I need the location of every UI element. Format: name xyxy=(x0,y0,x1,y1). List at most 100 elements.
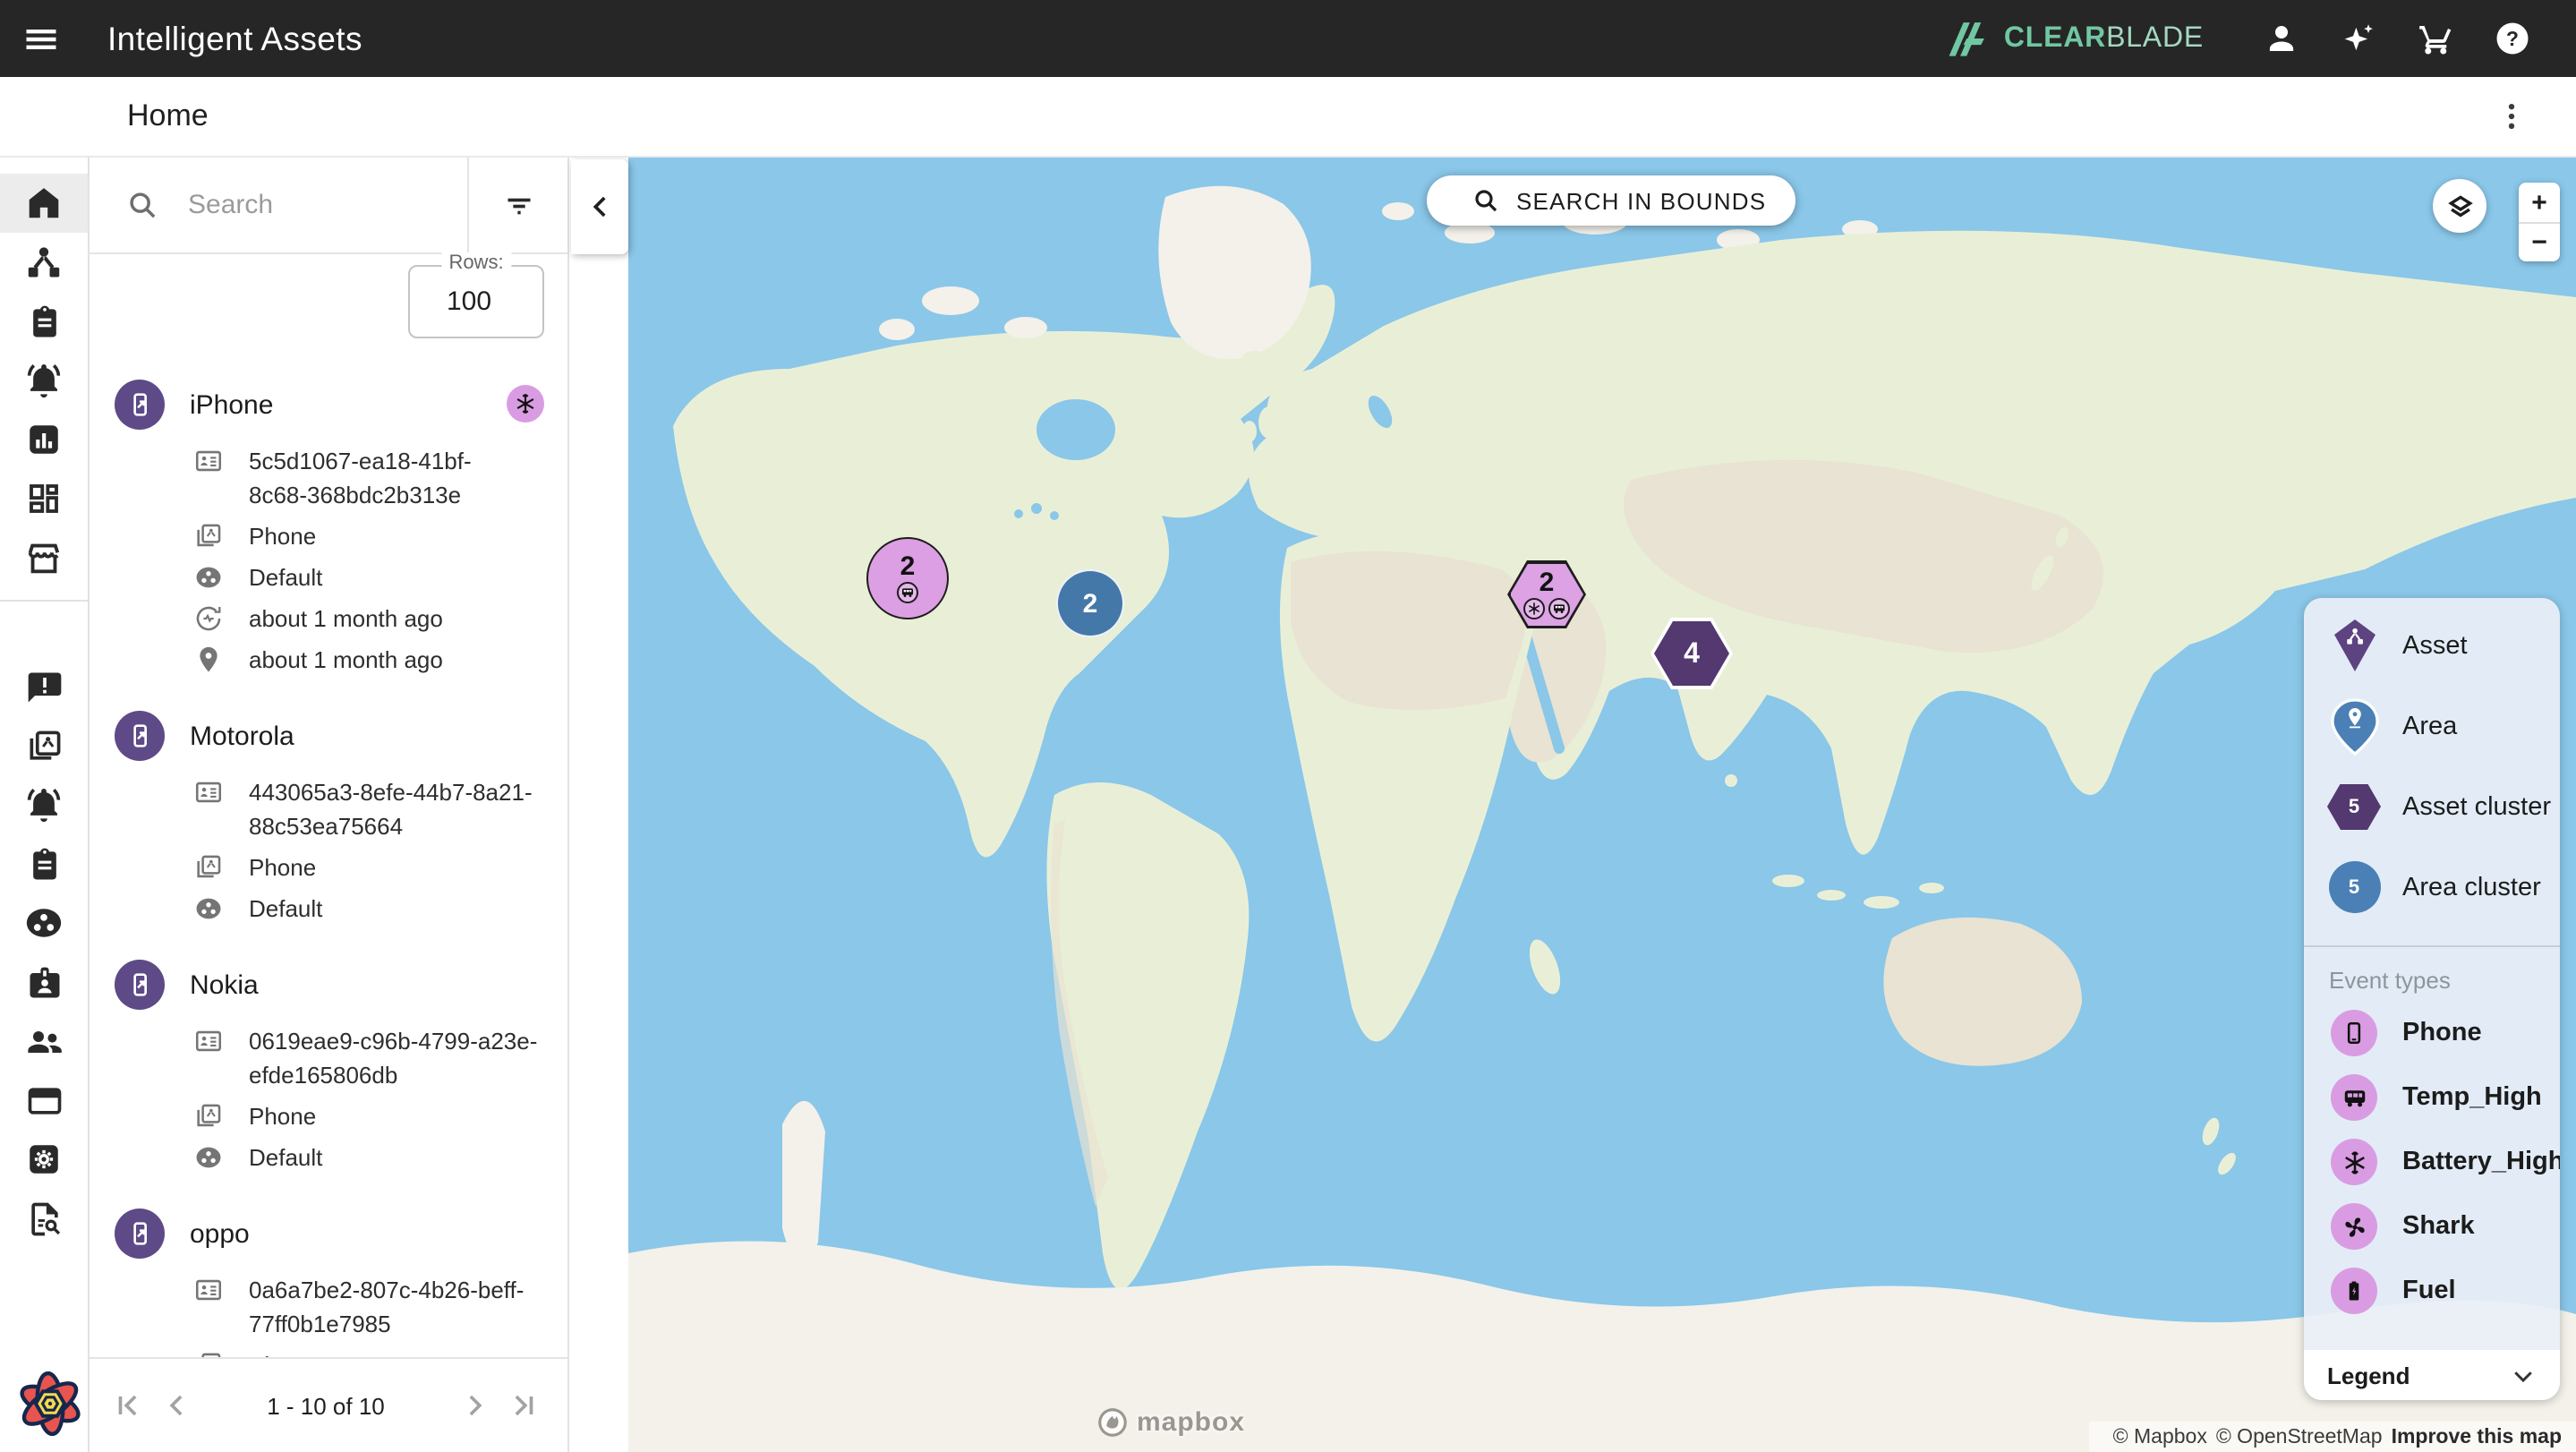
legend-label: Shark xyxy=(2402,1212,2475,1241)
first-page-icon xyxy=(109,1388,145,1423)
asset-type: Phone xyxy=(249,1348,316,1357)
asset-type-icon xyxy=(193,521,224,551)
cart-icon xyxy=(2417,20,2454,57)
asset-type-icon xyxy=(193,1350,224,1357)
asset-name: Motorola xyxy=(190,721,294,751)
list-item-oppo[interactable]: oppo 0a6a7be2-807c-4b26-beff-77ff0b1e798… xyxy=(115,1209,567,1357)
clearblade-logo: CLEARBLADE xyxy=(1947,16,2204,61)
sidebar-item-users[interactable] xyxy=(0,1012,88,1071)
sidebar-item-settings[interactable] xyxy=(0,1130,88,1189)
page-options-button[interactable] xyxy=(2494,98,2529,134)
attribution-improve-link[interactable]: Improve this map xyxy=(2392,1426,2562,1448)
hamburger-menu-button[interactable] xyxy=(0,0,82,77)
sidebar-item-audit-logs[interactable] xyxy=(0,1189,88,1248)
bell-alert-icon xyxy=(23,784,64,825)
cluster-count: 2 xyxy=(900,553,916,580)
asset-id: 0619eae9-c96b-4799-a23e-efde165806db xyxy=(249,1024,537,1092)
group-icon xyxy=(193,562,224,593)
cluster-count: 2 xyxy=(1540,569,1555,596)
zoom-control: + − xyxy=(2519,183,2560,261)
legend-toggle[interactable]: Legend xyxy=(2304,1350,2560,1400)
kebab-menu-icon xyxy=(2494,98,2529,134)
cluster-count: 4 xyxy=(1684,640,1700,667)
nav-rail xyxy=(0,158,90,1452)
sidebar-item-feedback[interactable] xyxy=(0,657,88,716)
asset-type-icon xyxy=(193,1101,224,1132)
asset-list: iPhone 5c5d1067-ea18-41bf-8c68-368bdc2b3… xyxy=(90,340,567,1357)
sidebar-item-operators[interactable] xyxy=(0,952,88,1012)
attribution-osm[interactable]: © OpenStreetMap xyxy=(2216,1426,2383,1448)
legend-panel: Asset Area 5 Asset cluster 5 xyxy=(2304,598,2560,1400)
sidebar-item-rule-types[interactable] xyxy=(0,834,88,893)
filter-icon xyxy=(500,187,536,223)
asset-name: iPhone xyxy=(190,389,273,420)
first-page-button[interactable] xyxy=(102,1380,152,1431)
last-page-icon xyxy=(507,1388,542,1423)
asset-group: Default xyxy=(249,560,322,594)
asset-located-row: about 1 month ago xyxy=(193,643,567,677)
asset-group-row: Default xyxy=(193,892,567,926)
event-badge-battery-high[interactable] xyxy=(507,385,544,423)
rail-divider xyxy=(0,600,88,602)
sidebar-item-image-library[interactable] xyxy=(0,716,88,775)
last-page-button[interactable] xyxy=(499,1380,550,1431)
chevron-left-icon xyxy=(159,1388,195,1423)
area-cluster-marker[interactable]: 2 xyxy=(1056,569,1124,637)
collapse-panel-button[interactable] xyxy=(571,159,628,254)
sidebar-item-assignments[interactable] xyxy=(0,292,88,351)
prev-page-button[interactable] xyxy=(152,1380,202,1431)
sidebar-item-alerts[interactable] xyxy=(0,351,88,410)
sidebar-item-home[interactable] xyxy=(0,174,88,233)
asset-group: Default xyxy=(249,892,322,926)
legend-label: Area cluster xyxy=(2402,873,2541,901)
search-icon xyxy=(1471,186,1500,215)
list-item-iphone[interactable]: iPhone 5c5d1067-ea18-41bf-8c68-368bdc2b3… xyxy=(115,380,567,677)
rows-field[interactable]: Rows: 100 xyxy=(408,265,544,338)
sidebar-item-billing[interactable] xyxy=(0,1071,88,1130)
sidebar-item-marketplace[interactable] xyxy=(0,528,88,587)
chevron-right-icon xyxy=(456,1388,492,1423)
next-page-button[interactable] xyxy=(449,1380,499,1431)
legend-event-battery-high: Battery_High xyxy=(2304,1130,2560,1194)
zoom-in-button[interactable]: + xyxy=(2519,183,2560,222)
asset-id-row: 443065a3-8efe-44b7-8a21-88c53ea75664 xyxy=(193,775,567,843)
sidebar-item-dashboards[interactable] xyxy=(0,469,88,528)
search-in-bounds-button[interactable]: SEARCH IN BOUNDS xyxy=(1427,175,1795,226)
store-icon xyxy=(23,537,64,578)
legend-label: Battery_High xyxy=(2402,1148,2560,1176)
asset-group-row: Default xyxy=(193,1140,567,1174)
mapbox-logo[interactable]: mapbox xyxy=(1096,1405,1245,1439)
legend-item-asset-cluster: 5 Asset cluster xyxy=(2304,766,2560,847)
bus-icon xyxy=(897,582,918,603)
map-canvas[interactable]: SEARCH IN BOUNDS + − 2 2 2 xyxy=(628,158,2576,1452)
event-cluster-marker[interactable]: 2 xyxy=(866,537,949,619)
sidebar-item-asset-types[interactable] xyxy=(0,233,88,292)
help-button[interactable]: ? xyxy=(2474,0,2551,77)
legend-divider xyxy=(2304,945,2560,947)
event-types-heading: Event types xyxy=(2304,958,2560,1001)
bell-alert-icon xyxy=(23,360,64,401)
rows-value[interactable]: 100 xyxy=(410,267,542,337)
zoom-out-button[interactable]: − xyxy=(2519,222,2560,261)
account-button[interactable] xyxy=(2243,0,2320,77)
legend-event-phone: Phone xyxy=(2304,1001,2560,1065)
sidebar-item-groups[interactable] xyxy=(0,893,88,952)
sidebar-item-reports[interactable] xyxy=(0,410,88,469)
legend-item-area-cluster: 5 Area cluster xyxy=(2304,847,2560,927)
clearblade-logo-mark xyxy=(1947,16,1992,61)
attribution-mapbox[interactable]: © Mapbox xyxy=(2113,1426,2207,1448)
search-input[interactable] xyxy=(188,190,467,220)
devtools-toggle-button[interactable] xyxy=(13,1366,88,1441)
list-item-motorola[interactable]: Motorola 443065a3-8efe-44b7-8a21-88c53ea… xyxy=(115,711,567,926)
asset-avatar xyxy=(115,1209,165,1259)
sidebar-item-alert-types[interactable] xyxy=(0,775,88,834)
asset-located: about 1 month ago xyxy=(249,643,443,677)
app-bar: Intelligent Assets CLEARBLADE xyxy=(0,0,2576,77)
filter-button[interactable] xyxy=(469,158,567,252)
ai-assist-button[interactable] xyxy=(2320,0,2397,77)
map-style-button[interactable] xyxy=(2433,179,2486,233)
list-item-nokia[interactable]: Nokia 0619eae9-c96b-4799-a23e-efde165806… xyxy=(115,960,567,1174)
group-icon xyxy=(193,1142,224,1173)
sparkle-icon xyxy=(2340,20,2377,57)
marketplace-cart-button[interactable] xyxy=(2397,0,2474,77)
